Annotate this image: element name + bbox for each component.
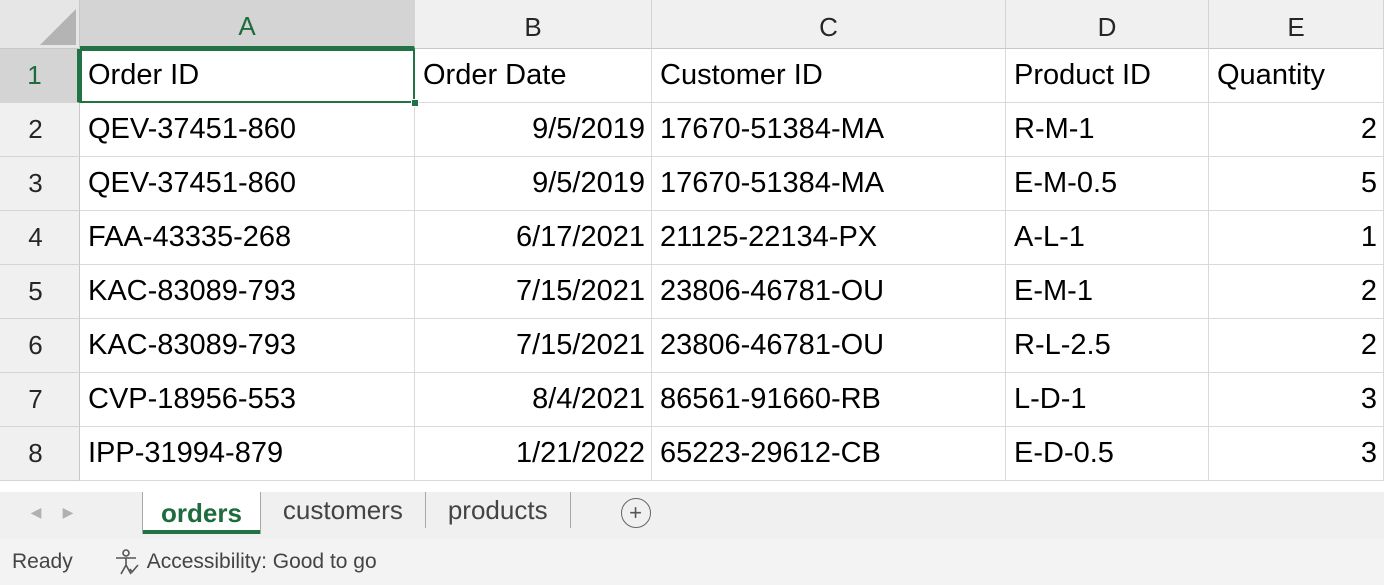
sheet-tab-orders[interactable]: orders [142, 492, 261, 534]
cell-d6[interactable]: R-L-2.5 [1006, 319, 1209, 373]
cell-e7[interactable]: 3 [1209, 373, 1384, 427]
cell-e2[interactable]: 2 [1209, 103, 1384, 157]
cell-a5[interactable]: KAC-83089-793 [80, 265, 415, 319]
worksheet-grid: ABCDE 12345678 Order ID Order Date Custome… [0, 0, 1384, 492]
cell-b1[interactable]: Order Date [415, 49, 652, 103]
cell-d7[interactable]: L-D-1 [1006, 373, 1209, 427]
chevron-right-icon[interactable]: ▶ [52, 492, 84, 532]
cell-e4[interactable]: 1 [1209, 211, 1384, 265]
cell-d5[interactable]: E-M-1 [1006, 265, 1209, 319]
table-row: IPP-31994-879 1/21/2022 65223-29612-CB E-D-… [80, 427, 1384, 481]
table-row: QEV-37451-860 9/5/2019 17670-51384-MA R-M-1… [80, 103, 1384, 157]
column-header-c[interactable]: C [652, 0, 1006, 49]
table-row: FAA-43335-268 6/17/2021 21125-22134-PX A-L-… [80, 211, 1384, 265]
cell-d1[interactable]: Product ID [1006, 49, 1209, 103]
cell-d3[interactable]: E-M-0.5 [1006, 157, 1209, 211]
cell-e8[interactable]: 3 [1209, 427, 1384, 481]
cell-d8[interactable]: E-D-0.5 [1006, 427, 1209, 481]
cell-c7[interactable]: 86561-91660-RB [652, 373, 1006, 427]
row-header-3[interactable]: 3 [0, 157, 80, 211]
cell-a8[interactable]: IPP-31994-879 [80, 427, 415, 481]
cell-a6[interactable]: KAC-83089-793 [80, 319, 415, 373]
cell-b8[interactable]: 1/21/2022 [415, 427, 652, 481]
column-header-d[interactable]: D [1006, 0, 1209, 49]
row-header-7[interactable]: 7 [0, 373, 80, 427]
cell-d4[interactable]: A-L-1 [1006, 211, 1209, 265]
column-headers: ABCDE [80, 0, 1384, 49]
select-all-triangle [40, 9, 76, 45]
column-header-e[interactable]: E [1209, 0, 1384, 49]
table-row: Order ID Order Date Customer ID Product ID Q… [80, 49, 1384, 107]
accessibility-status[interactable]: Accessibility: Good to go [111, 547, 377, 577]
row-header-1[interactable]: 1 [0, 49, 80, 103]
cell-c1[interactable]: Customer ID [652, 49, 1006, 103]
cell-b4[interactable]: 6/17/2021 [415, 211, 652, 265]
row-headers: 12345678 [0, 49, 80, 481]
cell-b7[interactable]: 8/4/2021 [415, 373, 652, 427]
table-row: CVP-18956-553 8/4/2021 86561-91660-RB L-D-1… [80, 373, 1384, 427]
cell-e5[interactable]: 2 [1209, 265, 1384, 319]
cell-c6[interactable]: 23806-46781-OU [652, 319, 1006, 373]
plus-circle-icon[interactable]: + [620, 498, 651, 528]
accessibility-label: Accessibility: Good to go [146, 550, 377, 573]
table-row: KAC-83089-793 7/15/2021 23806-46781-OU R-L-… [80, 319, 1384, 373]
row-header-4[interactable]: 4 [0, 211, 80, 265]
cell-area: Order ID Order Date Customer ID Product ID Q… [80, 49, 1384, 481]
select-all-button[interactable] [0, 0, 80, 49]
cell-c2[interactable]: 17670-51384-MA [652, 103, 1006, 157]
column-header-b[interactable]: B [415, 0, 652, 49]
cell-e3[interactable]: 5 [1209, 157, 1384, 211]
status-ready: Ready [12, 550, 73, 573]
table-row: KAC-83089-793 7/15/2021 23806-46781-OU E-M-… [80, 265, 1384, 319]
cell-b5[interactable]: 7/15/2021 [415, 265, 652, 319]
column-header-a[interactable]: A [80, 0, 415, 49]
cell-a7[interactable]: CVP-18956-553 [80, 373, 415, 427]
status-bar: Ready Accessibility: Good to go [0, 539, 1384, 585]
cell-a3[interactable]: QEV-37451-860 [80, 157, 415, 211]
row-header-6[interactable]: 6 [0, 319, 80, 373]
sheet-tab-products[interactable]: products [426, 492, 571, 528]
cell-b6[interactable]: 7/15/2021 [415, 319, 652, 373]
row-header-8[interactable]: 8 [0, 427, 80, 481]
cell-a1[interactable]: Order ID [80, 49, 419, 107]
row-header-5[interactable]: 5 [0, 265, 80, 319]
row-header-2[interactable]: 2 [0, 103, 80, 157]
chevron-left-icon[interactable]: ◀ [20, 492, 52, 532]
cell-e6[interactable]: 2 [1209, 319, 1384, 373]
accessibility-person-icon [115, 549, 139, 575]
cell-a2[interactable]: QEV-37451-860 [80, 103, 415, 157]
cell-d2[interactable]: R-M-1 [1006, 103, 1209, 157]
table-row: QEV-37451-860 9/5/2019 17670-51384-MA E-M-0… [80, 157, 1384, 211]
spreadsheet-window: ABCDE 12345678 Order ID Order Date Custome… [0, 0, 1384, 585]
cell-c4[interactable]: 21125-22134-PX [652, 211, 1006, 265]
sheet-tab-bar: ◀ ▶ orders customers products + [0, 492, 1384, 539]
cell-c3[interactable]: 17670-51384-MA [652, 157, 1006, 211]
cell-e1[interactable]: Quantity [1209, 49, 1384, 103]
cell-b3[interactable]: 9/5/2019 [415, 157, 652, 211]
sheet-tab-customers[interactable]: customers [261, 492, 426, 528]
cell-c5[interactable]: 23806-46781-OU [652, 265, 1006, 319]
cell-c8[interactable]: 65223-29612-CB [652, 427, 1006, 481]
cell-b2[interactable]: 9/5/2019 [415, 103, 652, 157]
fill-handle[interactable] [411, 99, 419, 107]
cell-a4[interactable]: FAA-43335-268 [80, 211, 415, 265]
